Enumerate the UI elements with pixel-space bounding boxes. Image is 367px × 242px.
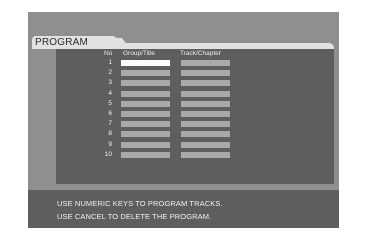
row-number: 4 <box>108 89 112 97</box>
track-chapter-field[interactable] <box>181 121 230 128</box>
message-band <box>28 190 339 228</box>
track-chapter-field[interactable] <box>181 70 230 77</box>
track-chapter-field[interactable] <box>181 80 230 87</box>
group-title-field[interactable] <box>121 100 170 107</box>
row-number: 7 <box>108 120 112 128</box>
row-number: 9 <box>108 140 112 148</box>
row-number: 5 <box>108 99 112 107</box>
instruction-message-1: USE NUMERIC KEYS TO PROGRAM TRACKS. <box>57 199 223 208</box>
row-number: 3 <box>108 79 112 87</box>
track-chapter-field[interactable] <box>181 90 230 97</box>
group-title-field[interactable] <box>121 111 170 117</box>
group-title-field[interactable] <box>121 60 170 66</box>
track-chapter-field[interactable] <box>181 111 230 117</box>
group-title-field[interactable] <box>121 70 170 77</box>
column-header-no: No <box>104 50 113 57</box>
group-title-field[interactable] <box>121 151 170 158</box>
track-chapter-field[interactable] <box>181 141 230 148</box>
group-title-field[interactable] <box>121 141 170 148</box>
row-number: 2 <box>108 69 112 77</box>
column-header-group-title: Group/Title <box>123 50 155 57</box>
row-number: 8 <box>108 130 112 138</box>
group-title-field[interactable] <box>121 121 170 128</box>
row-number: 6 <box>108 110 112 117</box>
track-chapter-field[interactable] <box>181 151 230 158</box>
track-chapter-field[interactable] <box>181 100 230 107</box>
page-title: PROGRAM <box>35 37 89 48</box>
track-chapter-field[interactable] <box>181 60 230 66</box>
program-title-tab: PROGRAM <box>32 36 118 49</box>
group-title-field[interactable] <box>121 131 170 138</box>
column-header-track-chapter: Track/Chapter <box>180 50 221 57</box>
instruction-message-2: USE CANCEL TO DELETE THE PROGRAM. <box>57 212 212 221</box>
row-number: 1 <box>108 59 112 66</box>
row-number: 10 <box>104 150 112 158</box>
group-title-field[interactable] <box>121 90 170 97</box>
group-title-field[interactable] <box>121 80 170 87</box>
track-chapter-field[interactable] <box>181 131 230 138</box>
